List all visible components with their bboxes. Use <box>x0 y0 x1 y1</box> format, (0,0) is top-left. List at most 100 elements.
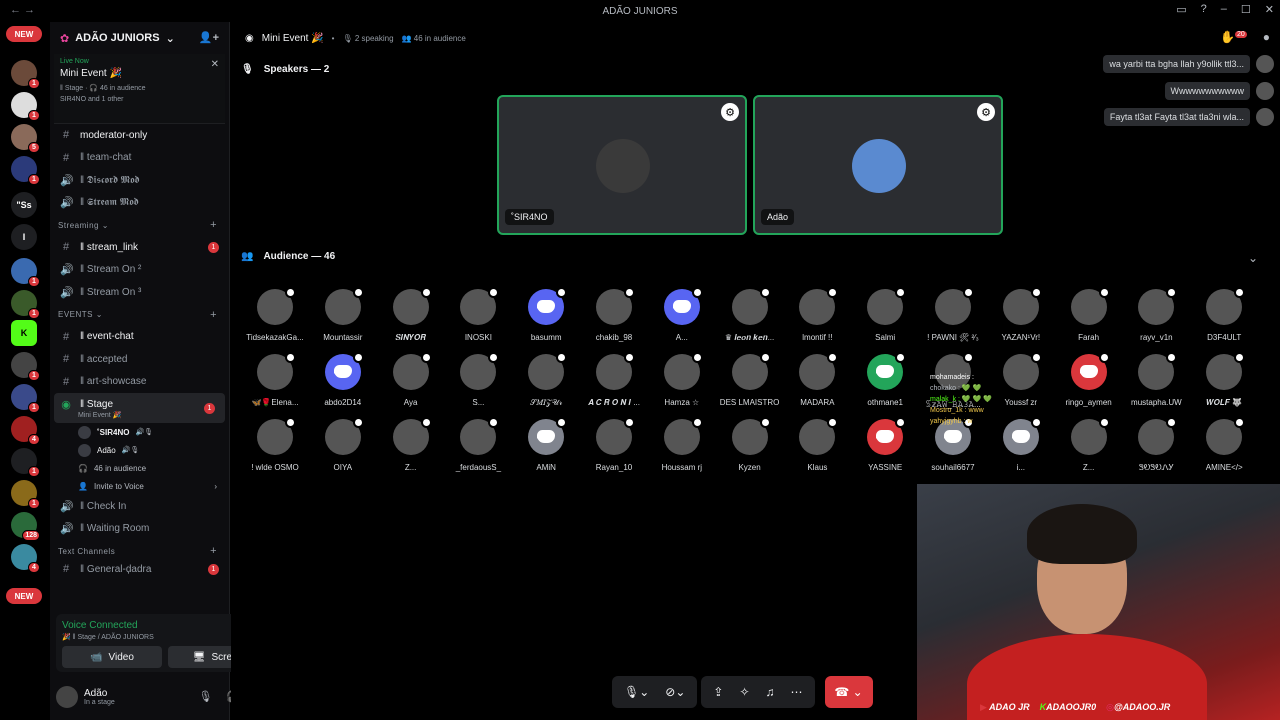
channel-accepted[interactable]: # ǁ accepted <box>50 348 229 371</box>
add-channel-icon[interactable]: + <box>210 309 217 321</box>
audience-member[interactable]: OIYA <box>309 417 377 481</box>
gear-icon[interactable]: ⚙ <box>721 103 739 121</box>
inbox-icon[interactable]: ▭ <box>1176 3 1186 16</box>
server-icon[interactable]: 4 <box>11 544 40 573</box>
audience-member[interactable]: chakib_98 <box>580 287 648 351</box>
server-icon[interactable]: 1 <box>11 290 40 319</box>
server-icon[interactable]: 4 <box>11 416 40 445</box>
server-icon[interactable]: I <box>11 224 37 250</box>
audience-member[interactable]: AMiN <box>512 417 580 481</box>
audience-member[interactable]: i... <box>987 417 1055 481</box>
server-icon[interactable]: 1 <box>11 480 40 509</box>
close-button[interactable]: ✕ <box>1265 3 1274 16</box>
channel-event-chat[interactable]: # ǁ event-chat <box>50 326 229 349</box>
channel-stream-on-3[interactable]: 🔊 ǁ Stream On ³ <box>50 281 229 304</box>
microphone-icon[interactable]: 🎙⌄ <box>624 685 649 699</box>
avatar[interactable] <box>1256 108 1274 126</box>
audience-member[interactable]: souhail6677 <box>919 417 987 481</box>
close-icon[interactable]: ✕ <box>211 59 219 70</box>
audience-member[interactable]: Hamza ☆ <box>648 352 716 416</box>
audience-member[interactable]: INOSKI <box>444 287 512 351</box>
audience-member[interactable]: 𝒮𝑀𝐼𝒵𝒰𝓇 <box>512 352 580 416</box>
category-streaming[interactable]: Streaming ⌄ + <box>50 214 229 236</box>
audience-member[interactable]: 𝑺𝑰𝑵𝒀𝑶𝑹 <box>377 287 445 351</box>
audience-member[interactable]: ♛ 𝒍𝒆𝒐𝒏 𝒌𝒆𝒏... <box>716 287 784 351</box>
audience-member[interactable]: AMINE</> <box>1190 417 1258 481</box>
video-button[interactable]: 📹 Video <box>62 646 162 668</box>
audience-member[interactable]: YAZAN¹Vr! <box>987 287 1055 351</box>
server-icon[interactable]: 1 <box>11 352 40 381</box>
server-icon[interactable]: 1 <box>11 258 40 287</box>
audience-member[interactable]: lmontif !! <box>783 287 851 351</box>
audience-member[interactable]: MADARA <box>783 352 851 416</box>
stage-participant[interactable]: Adão 🔊🎙 <box>50 441 229 459</box>
audience-member[interactable]: Klaus <box>783 417 851 481</box>
audience-member[interactable]: Mountassir <box>309 287 377 351</box>
share-screen-icon[interactable]: ⇪ <box>713 685 723 699</box>
audience-member[interactable]: Salmi <box>851 287 919 351</box>
speaker-tile[interactable]: Adão ⚙ <box>753 95 1003 235</box>
audience-member[interactable]: YASSINE <box>851 417 919 481</box>
audience-member[interactable]: A... <box>648 287 716 351</box>
avatar[interactable]: ● <box>1263 30 1270 44</box>
server-icon[interactable]: 1 <box>11 60 40 89</box>
server-icon[interactable]: K <box>11 320 37 346</box>
audience-member[interactable]: basumm <box>512 287 580 351</box>
avatar[interactable] <box>1256 55 1274 73</box>
server-icon[interactable]: 1 <box>11 384 40 413</box>
microphone-icon[interactable]: 🎙 <box>198 690 212 703</box>
category-events[interactable]: EVENTS ⌄ + <box>50 304 229 326</box>
soundboard-icon[interactable]: ♫ <box>766 685 775 699</box>
add-channel-icon[interactable]: + <box>210 545 217 557</box>
audience-member[interactable]: ᏕᎧᏕᎧᏁᎩ <box>1122 417 1190 481</box>
audience-member[interactable]: DES LMAISTRO <box>716 352 784 416</box>
channel-waiting-room[interactable]: 🔊 ǁ Waiting Room <box>50 518 229 541</box>
audience-member[interactable]: rayv_v1n <box>1122 287 1190 351</box>
add-channel-icon[interactable]: + <box>210 219 217 231</box>
maximize-button[interactable]: ☐ <box>1241 3 1251 16</box>
leave-call-button[interactable]: ☎ ⌄ <box>824 676 873 708</box>
channel-moderator-only[interactable]: # moderator-only <box>50 124 229 147</box>
channel-stream-link[interactable]: # ǁ stream_link 1 <box>50 236 229 259</box>
channel-team-chat[interactable]: # ǁ team-chat <box>50 147 229 170</box>
server-icon[interactable]: "Ss <box>11 192 37 218</box>
invite-to-voice[interactable]: 👤 Invite to Voice › <box>50 477 229 495</box>
server-icon[interactable]: 5 <box>11 124 40 153</box>
stage-participant[interactable]: ˚SIR4NO 🔊🎙 <box>50 423 229 441</box>
audience-member[interactable]: TidsekazakGa... <box>241 287 309 351</box>
speaker-tile[interactable]: ˚SIR4NO ⚙ <box>497 95 747 235</box>
channel-stream-mod[interactable]: 🔊 ǁ 𝕾𝖙𝖗𝖊𝖆𝖒 𝕸𝖔𝖉 <box>50 192 229 215</box>
audience-member[interactable]: 𝑾𝑶𝑳𝑭 🐺 <box>1190 352 1258 416</box>
audience-member[interactable]: Houssam rj <box>648 417 716 481</box>
audience-member[interactable]: othmane1 <box>851 352 919 416</box>
audience-member[interactable]: mustapha.UW <box>1122 352 1190 416</box>
audience-member[interactable]: S... <box>444 352 512 416</box>
server-icon[interactable]: 1 <box>11 448 40 477</box>
gear-icon[interactable]: ⚙ <box>977 103 995 121</box>
audience-member[interactable]: 🦋🌹Elena... <box>241 352 309 416</box>
live-event-banner[interactable]: Live Now Mini Event 🎉 ǁ Stage · 🎧 46 in … <box>54 54 225 124</box>
audience-member[interactable]: 𝑨 𝑪 𝑹 𝑶 𝑵 𝑰 ... <box>580 352 648 416</box>
minimize-button[interactable]: – <box>1221 3 1227 16</box>
category-text-channels[interactable]: Text Channels + <box>50 540 229 562</box>
channel-general[interactable]: # ǁ General-ḑadra 1 <box>50 562 229 576</box>
channel-stage[interactable]: ◉ ǁ Stage 1 Mini Event 🎉 <box>54 393 225 423</box>
audience-member[interactable]: Z... <box>377 417 445 481</box>
add-member-icon[interactable]: 👤+ <box>199 31 219 44</box>
audience-member[interactable]: Youssf zr <box>987 352 1055 416</box>
channel-discord-mod[interactable]: 🔊 ǁ 𝕯𝖎𝖘𝖈𝖔𝖗𝖉 𝕸𝖔𝖉 <box>50 169 229 192</box>
server-icon[interactable]: 1 <box>11 92 40 121</box>
help-icon[interactable]: ? <box>1201 3 1207 16</box>
activity-icon[interactable]: ✧ <box>739 685 749 699</box>
camera-off-icon[interactable]: ⊘⌄ <box>665 685 685 699</box>
chevron-down-icon[interactable]: ⌄ <box>1248 251 1258 265</box>
audience-member[interactable]: Farah <box>1055 287 1123 351</box>
avatar[interactable] <box>56 686 78 708</box>
server-icon[interactable]: 128 <box>11 512 40 541</box>
server-icon[interactable]: 1 <box>11 156 40 185</box>
audience-member[interactable]: D3F4ULT <box>1190 287 1258 351</box>
more-icon[interactable]: ⋯ <box>791 685 803 699</box>
audience-member[interactable]: ! wlde OSMO <box>241 417 309 481</box>
channel-stream-on-2[interactable]: 🔊 ǁ Stream On ² <box>50 259 229 282</box>
channel-art-showcase[interactable]: # ǁ art-showcase <box>50 371 229 394</box>
